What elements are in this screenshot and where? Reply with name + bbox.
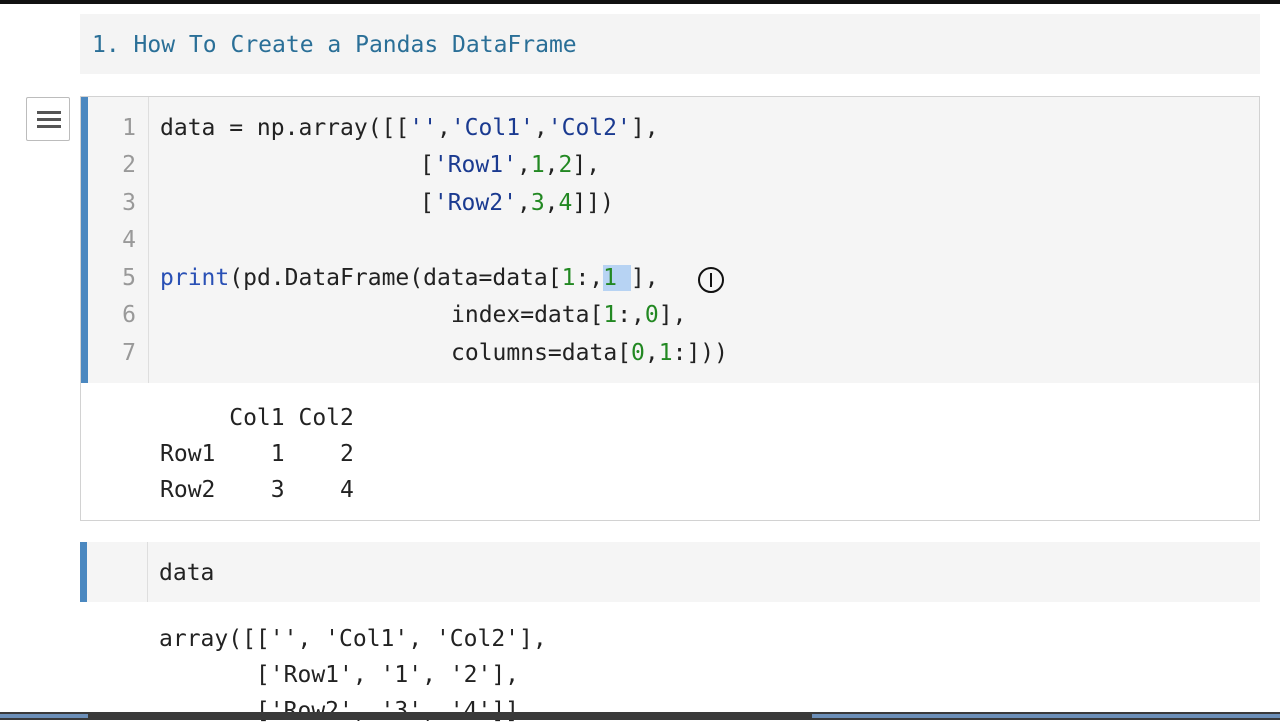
code-token: 1	[530, 152, 545, 178]
code-token: 'Row2'	[433, 190, 517, 216]
line-number: 1	[122, 115, 136, 141]
markdown-cell[interactable]: 1. How To Create a Pandas DataFrame	[80, 14, 1260, 74]
hamburger-icon	[37, 111, 61, 114]
code-token: 4	[558, 190, 573, 216]
code-token: ,	[533, 115, 548, 141]
line-number: 2	[122, 152, 136, 178]
code-line-3[interactable]: ['Row2',3,4]])	[420, 188, 614, 218]
code-token: 1	[603, 265, 618, 291]
code-line-6[interactable]: index=data[1:,0],	[451, 300, 686, 330]
code-token: data = np.array([[	[160, 115, 410, 141]
code-token: ,	[544, 190, 559, 216]
code-token: index=data[	[451, 302, 604, 328]
code-token: :,	[617, 302, 645, 328]
taskbar-edge	[0, 712, 1280, 720]
top-border	[0, 0, 1280, 4]
code-line-7[interactable]: columns=data[0,1:]))	[451, 338, 728, 368]
code-line-2[interactable]: ['Row1',1,2],	[420, 150, 600, 180]
code-input[interactable]: 1 2 3 4 5 6 7 data = np.array([['','Col1…	[81, 97, 1259, 383]
output-line: ['Row1', '1', '2'],	[159, 662, 520, 688]
code-token: 2	[558, 152, 573, 178]
code-token: 0	[644, 302, 659, 328]
code-token: ,	[516, 190, 531, 216]
code-token	[617, 265, 631, 291]
code-line[interactable]: data	[159, 558, 214, 588]
markdown-heading: 1. How To Create a Pandas DataFrame	[92, 32, 577, 58]
output-line: ['Row2', '3', '4']]	[159, 698, 520, 724]
line-number: 7	[122, 340, 136, 366]
code-token: 1	[658, 340, 673, 366]
code-token: 1	[603, 302, 618, 328]
code-line-5[interactable]: print(pd.DataFrame(data=data[1:,1 ],	[160, 263, 659, 293]
hamburger-icon-line	[37, 125, 61, 128]
code-token: 0	[631, 340, 645, 366]
cell-indicator	[80, 542, 87, 602]
code-token: 'Col2'	[547, 115, 631, 141]
code-token: ''	[409, 115, 437, 141]
code-token: columns=data[	[451, 340, 632, 366]
text-cursor-icon	[710, 273, 712, 287]
code-token: ],	[630, 115, 659, 141]
taskbar-segment	[812, 714, 1280, 718]
code-token: [	[420, 152, 434, 178]
line-number: 6	[122, 302, 136, 328]
code-token: ,	[516, 152, 531, 178]
code-token: ,	[436, 115, 451, 141]
hamburger-icon-line	[37, 118, 61, 121]
code-token: ],	[658, 302, 687, 328]
code-token: ]])	[572, 190, 614, 216]
line-number: 5	[122, 265, 136, 291]
active-cell-indicator	[81, 97, 88, 383]
code-token: 'Row1'	[433, 152, 517, 178]
output-line: Col1 Col2	[160, 405, 354, 431]
code-token: (pd.DataFrame(data=data[	[229, 265, 562, 291]
code-token: 1	[561, 265, 576, 291]
output-line: Row2 3 4	[160, 477, 354, 503]
code-token: 'Col1'	[450, 115, 534, 141]
line-number: 3	[122, 190, 136, 216]
output-line: Row1 1 2	[160, 441, 354, 467]
taskbar-segment	[0, 714, 88, 718]
line-number-gutter	[87, 542, 148, 602]
code-cell[interactable]: data	[80, 542, 1260, 602]
code-token: 3	[530, 190, 545, 216]
code-token: ,	[644, 340, 659, 366]
output-line: array([['', 'Col1', 'Col2'],	[159, 626, 547, 652]
line-number: 4	[122, 227, 136, 253]
code-token: ],	[630, 265, 659, 291]
code-token: :]))	[672, 340, 728, 366]
code-token: [	[420, 190, 434, 216]
code-line-1[interactable]: data = np.array([['','Col1','Col2'],	[160, 113, 659, 143]
cell-output: Col1 Col2 Row1 1 2 Row2 3 4	[81, 383, 1259, 520]
code-token: print	[160, 265, 230, 291]
code-token: ,	[544, 152, 559, 178]
cell-menu-button[interactable]	[26, 97, 70, 141]
code-token: :,	[575, 265, 604, 291]
code-cell-active[interactable]: 1 2 3 4 5 6 7 data = np.array([['','Col1…	[80, 96, 1260, 521]
code-token: ],	[572, 152, 601, 178]
